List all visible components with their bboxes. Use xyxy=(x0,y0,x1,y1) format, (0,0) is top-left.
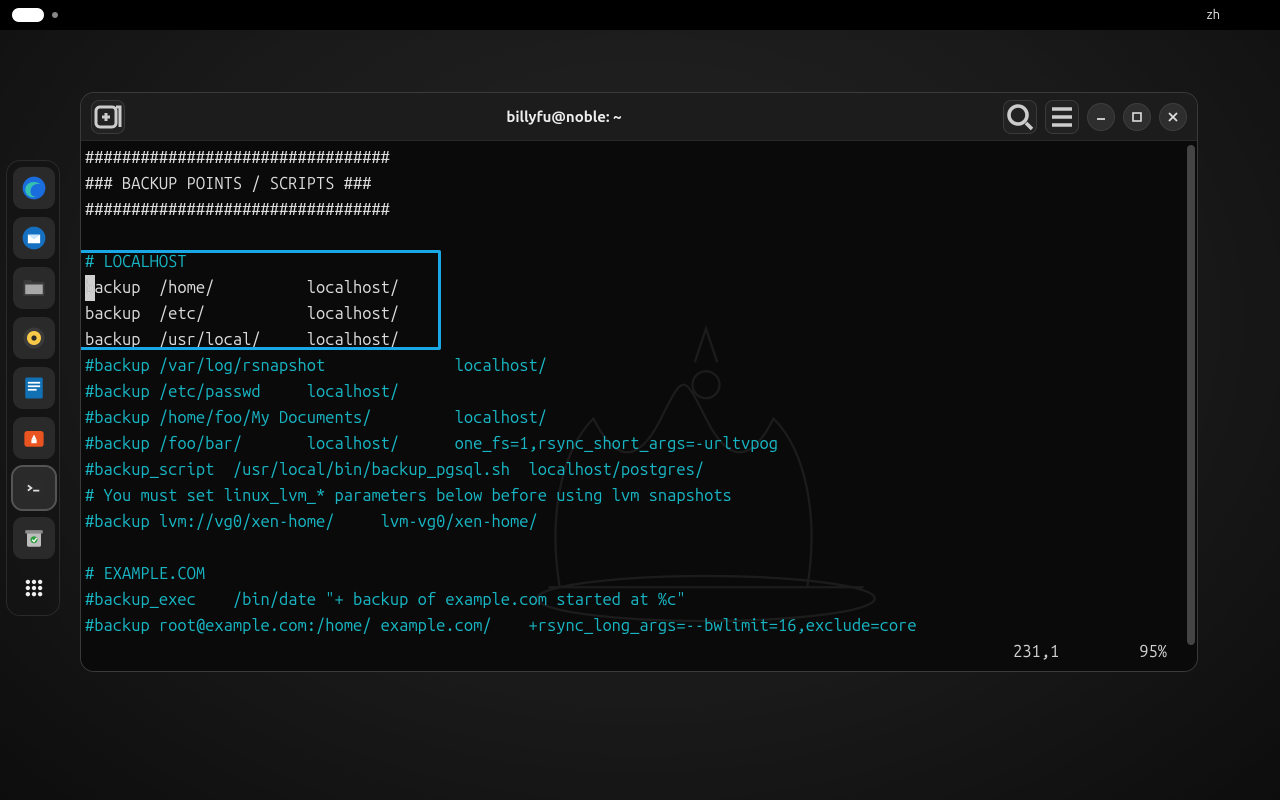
terminal-line: #backup /var/log/rsnapshot localhost/ xyxy=(85,353,1185,379)
terminal-line: ### BACKUP POINTS / SCRIPTS ### xyxy=(85,171,1185,197)
terminal-body[interactable]: #################################### BAC… xyxy=(81,141,1197,671)
terminal-line: #backup_script /usr/local/bin/backup_pgs… xyxy=(85,457,1185,483)
status-percent: 95% xyxy=(1139,639,1167,665)
terminal-line: #backup /foo/bar/ localhost/ one_fs=1,rs… xyxy=(85,431,1185,457)
terminal-content[interactable]: #################################### BAC… xyxy=(85,141,1185,671)
terminal-line: # EXAMPLE.COM xyxy=(85,561,1185,587)
terminal-line: bbackup /home/ localhost/ xyxy=(85,275,1185,301)
maximize-button[interactable] xyxy=(1123,103,1151,131)
status-position: 231,1 xyxy=(1013,639,1059,665)
window-title: billyfu@noble: ~ xyxy=(125,108,1003,125)
terminal-line: ################################# xyxy=(85,145,1185,171)
terminal-line: #backup_exec /bin/date "+ backup of exam… xyxy=(85,587,1185,613)
search-button[interactable] xyxy=(1003,100,1037,134)
terminal-line: backup /usr/local/ localhost/ xyxy=(85,327,1185,353)
activities-pill[interactable] xyxy=(12,8,44,22)
dock-files[interactable] xyxy=(13,267,55,309)
terminal-line: # You must set linux_lvm_* parameters be… xyxy=(85,483,1185,509)
close-button[interactable] xyxy=(1159,103,1187,131)
dock-thunderbird[interactable] xyxy=(13,217,55,259)
terminal-line: #backup root@example.com:/home/ example.… xyxy=(85,613,1185,639)
dock-show-apps[interactable] xyxy=(13,567,55,609)
input-method-indicator[interactable]: zh xyxy=(1207,8,1220,22)
minimize-button[interactable] xyxy=(1087,103,1115,131)
dock-trash[interactable] xyxy=(13,517,55,559)
terminal-line: #backup /etc/passwd localhost/ xyxy=(85,379,1185,405)
terminal-line: ################################# xyxy=(85,197,1185,223)
terminal-line: # LOCALHOST xyxy=(85,249,1185,275)
dock-rhythmbox[interactable] xyxy=(13,317,55,359)
terminal-line xyxy=(85,535,1185,561)
menu-button[interactable] xyxy=(1045,100,1079,134)
terminal-window: billyfu@noble: ~ xyxy=(80,92,1198,672)
terminal-line: #backup lvm://vg0/xen-home/ lvm-vg0/xen-… xyxy=(85,509,1185,535)
dock-software-center[interactable] xyxy=(13,417,55,459)
workspace-dot xyxy=(52,12,58,18)
vim-status-line: 231,1 95% xyxy=(1013,639,1167,665)
dock-edge-browser[interactable] xyxy=(13,167,55,209)
top-bar: zh xyxy=(0,0,1280,30)
terminal-line: #backup /home/foo/My Documents/ localhos… xyxy=(85,405,1185,431)
dock xyxy=(6,160,60,616)
dock-libreoffice-writer[interactable] xyxy=(13,367,55,409)
dock-terminal[interactable] xyxy=(13,467,55,509)
terminal-line: backup /etc/ localhost/ xyxy=(85,301,1185,327)
scrollbar[interactable] xyxy=(1187,145,1195,645)
new-tab-button[interactable] xyxy=(91,100,125,134)
titlebar: billyfu@noble: ~ xyxy=(81,93,1197,141)
terminal-line xyxy=(85,223,1185,249)
